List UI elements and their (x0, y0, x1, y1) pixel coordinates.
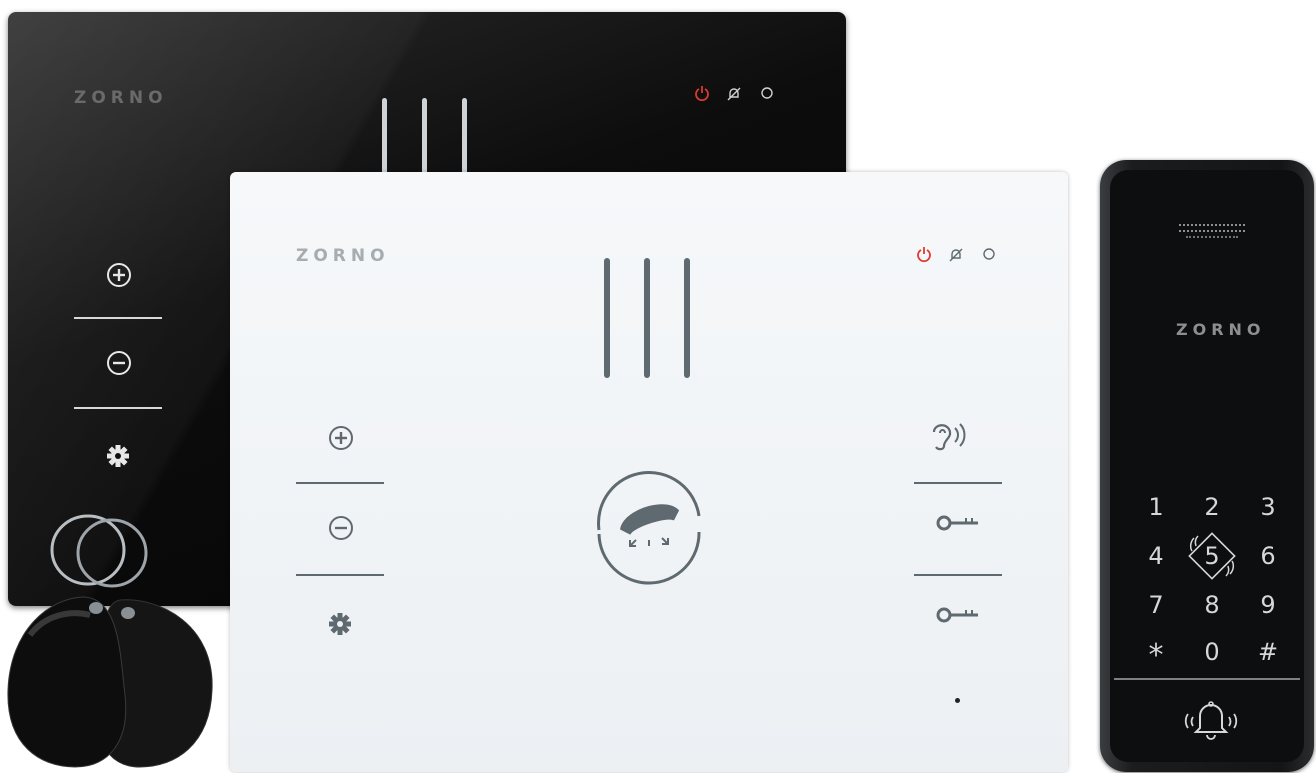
key-6[interactable]: 6 (1248, 542, 1288, 570)
speaker-grille (1186, 236, 1238, 242)
circle-icon (983, 248, 995, 260)
key-3[interactable]: 3 (1248, 493, 1288, 521)
key-0[interactable]: 0 (1192, 638, 1232, 666)
divider (1114, 678, 1300, 680)
mute-bell-icon (949, 248, 963, 262)
key-2[interactable]: 2 (1192, 493, 1232, 521)
mute-bell-icon (727, 87, 741, 101)
keypad-face: ZORNO 1 2 3 4 5 6 7 8 9 * 0 # (1110, 170, 1304, 762)
rfid-key-fobs (7, 514, 213, 768)
divider (296, 574, 384, 576)
circle-icon (761, 87, 773, 99)
speaker-bar (684, 258, 690, 378)
gear-button[interactable] (328, 612, 352, 636)
divider (914, 574, 1002, 576)
rfid-reader-icon (1188, 532, 1236, 580)
divider (74, 407, 162, 409)
key-hash[interactable]: # (1248, 638, 1288, 666)
ear-listen-button[interactable] (928, 420, 968, 452)
key-1[interactable]: 1 (1136, 493, 1176, 521)
brand-logo: ZORNO (296, 246, 390, 266)
speaker-bar (644, 258, 650, 378)
white-monitor: ZORNO (230, 172, 1068, 772)
divider (74, 317, 162, 319)
door-station-keypad: ZORNO 1 2 3 4 5 6 7 8 9 * 0 # (1100, 160, 1314, 772)
brand-logo: ZORNO (1176, 320, 1266, 339)
power-icon (917, 247, 931, 263)
minus-button[interactable] (106, 350, 132, 376)
divider (296, 482, 384, 484)
key-button-1[interactable] (936, 512, 982, 534)
key-7[interactable]: 7 (1136, 591, 1176, 619)
plus-button[interactable] (106, 262, 132, 288)
power-icon (695, 86, 709, 102)
gear-button[interactable] (106, 444, 130, 468)
speaker-grille (1179, 224, 1245, 232)
plus-button[interactable] (328, 425, 354, 451)
speaker-bar (604, 258, 610, 378)
divider (914, 482, 1002, 484)
key-8[interactable]: 8 (1192, 591, 1232, 619)
minus-button[interactable] (328, 515, 354, 541)
key-button-2[interactable] (936, 604, 982, 626)
handset-button[interactable] (586, 460, 712, 586)
key-9[interactable]: 9 (1248, 591, 1288, 619)
bell-button[interactable] (1176, 698, 1246, 742)
microphone-hole (955, 698, 960, 703)
key-4[interactable]: 4 (1136, 542, 1176, 570)
key-star[interactable]: * (1136, 638, 1176, 673)
brand-logo: ZORNO (74, 88, 168, 108)
